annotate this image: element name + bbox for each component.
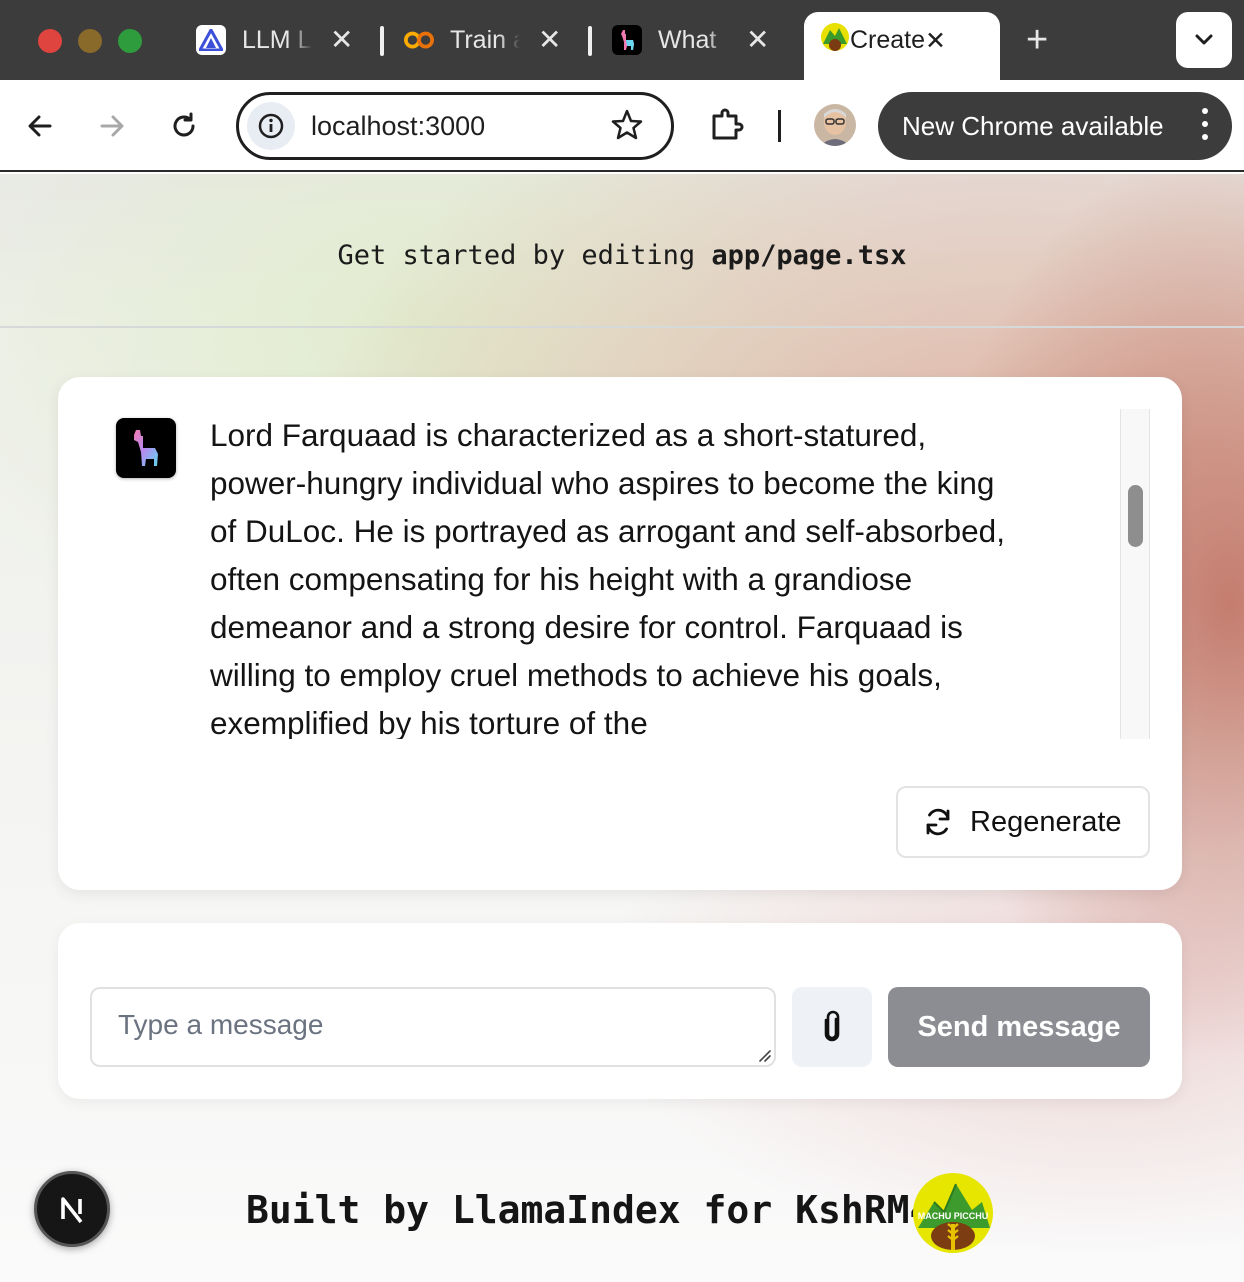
regenerate-button[interactable]: Regenerate: [896, 786, 1150, 858]
message-input[interactable]: [90, 987, 776, 1067]
chrome-update-button[interactable]: New Chrome available: [878, 92, 1232, 160]
toolbar-divider: [778, 110, 781, 142]
new-tab-button[interactable]: +: [1026, 20, 1048, 60]
assistant-message: Lord Farquaad is characterized as a shor…: [210, 417, 1005, 739]
star-icon: [611, 109, 643, 140]
avatar: [814, 104, 856, 146]
tab-title: What: [658, 25, 717, 54]
forward-button[interactable]: [92, 106, 132, 146]
update-label: New Chrome available: [902, 110, 1164, 141]
tab-create-active[interactable]: Create ✕: [804, 12, 1000, 80]
llm-triangle-icon: [196, 25, 226, 55]
puzzle-icon: [712, 108, 744, 140]
tab-colab[interactable]: Train a ✕: [404, 12, 561, 68]
machu-picchu-icon: [820, 22, 850, 59]
address-bar[interactable]: localhost:3000: [236, 92, 674, 160]
bot-avatar: [116, 418, 176, 478]
maximize-window-button[interactable]: [118, 29, 142, 53]
footer-credit: Built by LlamaIndex for KshRM4: [246, 1188, 933, 1232]
tab-strip: LLM L ✕ Train a ✕ What ✕ Create ✕ +: [0, 0, 1244, 80]
url-text: localhost:3000: [311, 111, 486, 141]
regenerate-label: Regenerate: [970, 805, 1122, 838]
colab-icon: [404, 25, 434, 55]
scrollbar-track[interactable]: [1120, 409, 1150, 739]
tab-search-button[interactable]: [1176, 12, 1232, 68]
close-window-button[interactable]: [38, 29, 62, 53]
tab-separator: [588, 26, 592, 56]
message-input-card: Send message: [58, 923, 1182, 1099]
minimize-window-button[interactable]: [78, 29, 102, 53]
refresh-icon: [926, 808, 950, 836]
site-info-button[interactable]: [247, 102, 295, 150]
back-button[interactable]: [20, 106, 60, 146]
machu-picchu-logo: MACHU PICCHU: [913, 1173, 993, 1253]
get-started-prefix: Get started by editing: [337, 240, 712, 271]
svg-text:MACHU PICCHU: MACHU PICCHU: [918, 1211, 989, 1221]
arrow-right-icon: [100, 115, 124, 137]
message-scroll-area[interactable]: Lord Farquaad is characterized as a shor…: [210, 411, 1150, 739]
reload-button[interactable]: [164, 106, 204, 146]
extensions-button[interactable]: [708, 106, 746, 149]
tab-title: LLM L: [242, 25, 312, 54]
nextjs-dev-badge[interactable]: [34, 1171, 110, 1247]
page-header: Get started by editing app/page.tsx: [0, 174, 1244, 328]
get-started-text: Get started by editing app/page.tsx: [0, 240, 1244, 271]
tab-close-icon[interactable]: ✕: [925, 26, 946, 56]
tab-separator: [380, 26, 384, 56]
paperclip-icon: [824, 1010, 840, 1042]
arrow-left-icon: [28, 115, 52, 137]
llama-icon: [612, 25, 642, 55]
chat-card: Lord Farquaad is characterized as a shor…: [58, 377, 1182, 890]
page-content: Get started by editing app/page.tsx Lord…: [0, 174, 1244, 1282]
info-icon: [258, 113, 284, 139]
nextjs-logo-icon: [61, 1197, 83, 1224]
kebab-menu-icon[interactable]: [1202, 108, 1208, 140]
send-message-button[interactable]: Send message: [888, 987, 1150, 1067]
scrollbar-thumb[interactable]: [1128, 485, 1143, 547]
tab-what[interactable]: What ✕: [612, 12, 769, 68]
get-started-file: app/page.tsx: [711, 240, 907, 271]
tab-llm[interactable]: LLM L ✕: [196, 12, 353, 68]
browser-toolbar: localhost:3000 New Chrome available: [0, 80, 1244, 172]
llama-icon: [134, 430, 158, 466]
profile-avatar[interactable]: [814, 104, 856, 146]
attach-file-button[interactable]: [792, 987, 872, 1067]
tab-close-icon[interactable]: ✕: [746, 26, 769, 54]
tab-close-icon[interactable]: ✕: [330, 26, 353, 54]
tab-close-icon[interactable]: ✕: [538, 26, 561, 54]
tab-title: Train a: [450, 25, 520, 54]
reload-icon: [173, 112, 195, 137]
bookmark-star-button[interactable]: [609, 107, 645, 148]
chevron-down-icon: [1195, 34, 1213, 45]
tab-title: Create: [850, 26, 926, 54]
